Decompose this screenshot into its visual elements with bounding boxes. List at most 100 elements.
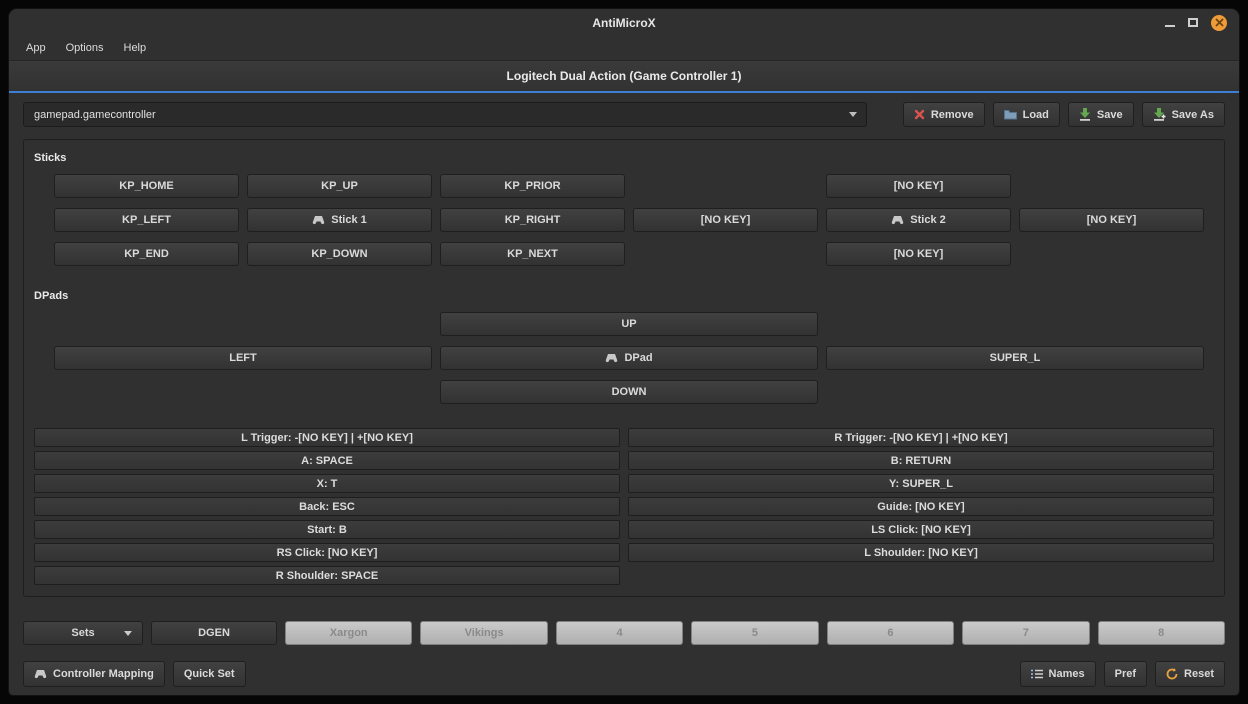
sets-row: Sets DGEN Xargon Vikings 4 5 6 7 8	[23, 621, 1225, 645]
controller-mapping-button[interactable]: Controller Mapping	[23, 661, 165, 687]
stick2-down-button[interactable]: [NO KEY]	[826, 242, 1011, 266]
minimize-button[interactable]	[1165, 14, 1175, 32]
stick-button-kp-left[interactable]: KP_LEFT	[54, 208, 239, 232]
l-shoulder-button[interactable]: L Shoulder: [NO KEY]	[628, 543, 1214, 562]
folder-icon	[1004, 109, 1017, 120]
minimize-icon	[1165, 25, 1175, 27]
reset-icon	[1166, 668, 1178, 680]
back-button[interactable]: Back: ESC	[34, 497, 620, 516]
list-icon	[1031, 669, 1043, 679]
set-tab-6[interactable]: 6	[827, 621, 954, 645]
antimicrox-window: AntiMicroX App Options Help Logitech Dua…	[8, 8, 1240, 696]
stick2-label: Stick 2	[910, 214, 945, 226]
close-icon	[1215, 18, 1224, 27]
window-controls	[1165, 9, 1227, 36]
gamepad-icon	[891, 216, 904, 225]
reset-button-label: Reset	[1184, 668, 1214, 680]
dpad-down-button[interactable]: DOWN	[440, 380, 818, 404]
menu-app[interactable]: App	[17, 38, 55, 58]
r-shoulder-button[interactable]: R Shoulder: SPACE	[34, 566, 620, 585]
sticks-heading: Sticks	[34, 152, 1214, 164]
mapping-panel: Sticks KP_HOME KP_UP KP_PRIOR [NO KEY] K…	[23, 139, 1225, 597]
save-button-label: Save	[1097, 109, 1123, 121]
stick-button-kp-prior[interactable]: KP_PRIOR	[440, 174, 625, 198]
stick-button-kp-next[interactable]: KP_NEXT	[440, 242, 625, 266]
pref-button[interactable]: Pref	[1104, 661, 1147, 687]
guide-button[interactable]: Guide: [NO KEY]	[628, 497, 1214, 516]
set-tab-2-xargon[interactable]: Xargon	[285, 621, 412, 645]
dpad-row-2: LEFT DPad SUPER_L	[54, 346, 1204, 370]
stick-button-kp-right[interactable]: KP_RIGHT	[440, 208, 625, 232]
stick-button-kp-home[interactable]: KP_HOME	[54, 174, 239, 198]
x-button[interactable]: X: T	[34, 474, 620, 493]
set-tab-3-vikings[interactable]: Vikings	[420, 621, 547, 645]
close-button[interactable]	[1211, 15, 1227, 31]
menu-options[interactable]: Options	[57, 38, 113, 58]
l-trigger-button[interactable]: L Trigger: -[NO KEY] | +[NO KEY]	[34, 428, 620, 447]
dpad-center-button[interactable]: DPad	[440, 346, 818, 370]
sticks-row-3: KP_END KP_DOWN KP_NEXT [NO KEY]	[54, 242, 1204, 266]
stick1-label: Stick 1	[331, 214, 366, 226]
stick2-button[interactable]: Stick 2	[826, 208, 1011, 232]
stick-button-kp-end[interactable]: KP_END	[54, 242, 239, 266]
titlebar[interactable]: AntiMicroX	[9, 9, 1239, 36]
load-button[interactable]: Load	[993, 102, 1060, 127]
set-tab-5[interactable]: 5	[691, 621, 818, 645]
footer-spacer	[254, 661, 1012, 687]
load-button-label: Load	[1023, 109, 1049, 121]
dpad-up-button[interactable]: UP	[440, 312, 818, 336]
rs-click-button[interactable]: RS Click: [NO KEY]	[34, 543, 620, 562]
set-tab-4[interactable]: 4	[556, 621, 683, 645]
stick1-button[interactable]: Stick 1	[247, 208, 432, 232]
menu-bar: App Options Help	[9, 36, 1239, 60]
gamepad-icon	[605, 354, 618, 363]
sets-menu-button[interactable]: Sets	[23, 621, 143, 645]
quick-set-button[interactable]: Quick Set	[173, 661, 246, 687]
menu-help[interactable]: Help	[115, 38, 156, 58]
names-button-label: Names	[1049, 668, 1085, 680]
sets-menu-label: Sets	[71, 627, 94, 639]
dpad-center-label: DPad	[624, 352, 652, 364]
dpad-right-button[interactable]: SUPER_L	[826, 346, 1204, 370]
profile-toolbar: gamepad.gamecontroller Remove Load Save …	[23, 102, 1225, 127]
sticks-row-1: KP_HOME KP_UP KP_PRIOR [NO KEY]	[54, 174, 1204, 198]
save-as-button[interactable]: Save As	[1142, 102, 1225, 127]
sticks-row-2: KP_LEFT Stick 1 KP_RIGHT [NO KEY] Stick …	[54, 208, 1204, 232]
dpads-heading: DPads	[34, 290, 1214, 302]
ls-click-button[interactable]: LS Click: [NO KEY]	[628, 520, 1214, 539]
gamepad-icon	[34, 670, 47, 679]
start-button[interactable]: Start: B	[34, 520, 620, 539]
b-button[interactable]: B: RETURN	[628, 451, 1214, 470]
remove-button-label: Remove	[931, 109, 974, 121]
gamepad-icon	[312, 216, 325, 225]
remove-button[interactable]: Remove	[903, 102, 985, 127]
remove-icon	[914, 109, 925, 120]
set-tab-7[interactable]: 7	[962, 621, 1089, 645]
reset-button[interactable]: Reset	[1155, 661, 1225, 687]
stick-button-kp-down[interactable]: KP_DOWN	[247, 242, 432, 266]
save-as-icon	[1153, 108, 1166, 121]
footer-bar: Controller Mapping Quick Set Names Pref …	[23, 661, 1225, 687]
a-button[interactable]: A: SPACE	[34, 451, 620, 470]
stick2-up-button[interactable]: [NO KEY]	[826, 174, 1011, 198]
save-button[interactable]: Save	[1068, 102, 1134, 127]
dpad-row-1: UP	[54, 312, 1204, 336]
controller-tab[interactable]: Logitech Dual Action (Game Controller 1)	[9, 60, 1239, 93]
dpad-left-button[interactable]: LEFT	[54, 346, 432, 370]
window-title: AntiMicroX	[592, 16, 655, 30]
controller-tab-label: Logitech Dual Action (Game Controller 1)	[507, 69, 742, 83]
stick-button-kp-up[interactable]: KP_UP	[247, 174, 432, 198]
maximize-button[interactable]	[1188, 14, 1198, 32]
profile-dropdown[interactable]: gamepad.gamecontroller	[23, 102, 867, 127]
set-tab-1-dgen[interactable]: DGEN	[151, 621, 277, 645]
dpad-row-3: DOWN	[54, 380, 1204, 404]
stick1-extra-button[interactable]: [NO KEY]	[633, 208, 818, 232]
profile-dropdown-value: gamepad.gamecontroller	[34, 109, 156, 121]
buttons-list: L Trigger: -[NO KEY] | +[NO KEY] R Trigg…	[34, 428, 1214, 585]
r-trigger-button[interactable]: R Trigger: -[NO KEY] | +[NO KEY]	[628, 428, 1214, 447]
names-button[interactable]: Names	[1020, 661, 1096, 687]
chevron-down-icon	[849, 112, 857, 117]
y-button[interactable]: Y: SUPER_L	[628, 474, 1214, 493]
stick2-extra-button[interactable]: [NO KEY]	[1019, 208, 1204, 232]
set-tab-8[interactable]: 8	[1098, 621, 1225, 645]
